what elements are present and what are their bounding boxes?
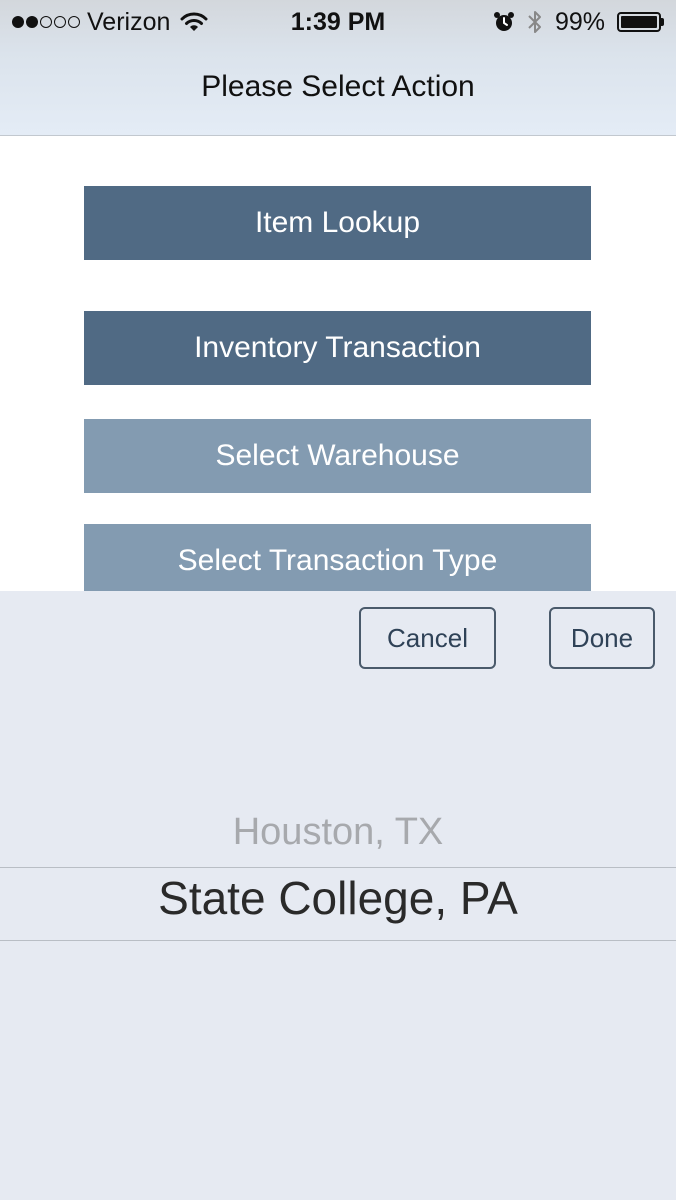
status-right: 99% (493, 7, 664, 37)
inventory-transaction-button[interactable]: Inventory Transaction (84, 311, 591, 385)
top-bar: Verizon 1:39 PM 99% Please Select Action (0, 0, 676, 136)
status-bar: Verizon 1:39 PM 99% (0, 0, 676, 44)
warehouse-picker-panel: Cancel Done Houston, TX State College, P… (0, 591, 676, 1200)
page-title: Please Select Action (201, 70, 475, 103)
select-warehouse-button[interactable]: Select Warehouse (84, 419, 591, 493)
battery-body (617, 12, 661, 32)
battery-icon (617, 12, 664, 32)
select-transaction-type-button[interactable]: Select Transaction Type (84, 524, 591, 598)
picker-wheel[interactable]: Houston, TX State College, PA (0, 781, 676, 981)
battery-nub (661, 18, 664, 26)
cancel-button[interactable]: Cancel (359, 607, 496, 669)
done-button[interactable]: Done (549, 607, 655, 669)
picker-option-selected[interactable]: State College, PA (0, 871, 676, 925)
battery-fill (621, 16, 657, 28)
bluetooth-icon (528, 11, 541, 33)
item-lookup-button[interactable]: Item Lookup (84, 186, 591, 260)
selection-indicator-top (0, 867, 676, 868)
battery-percent: 99% (554, 7, 605, 36)
alarm-icon (493, 12, 514, 31)
picker-option[interactable]: Houston, TX (0, 811, 676, 854)
selection-indicator-bottom (0, 940, 676, 941)
